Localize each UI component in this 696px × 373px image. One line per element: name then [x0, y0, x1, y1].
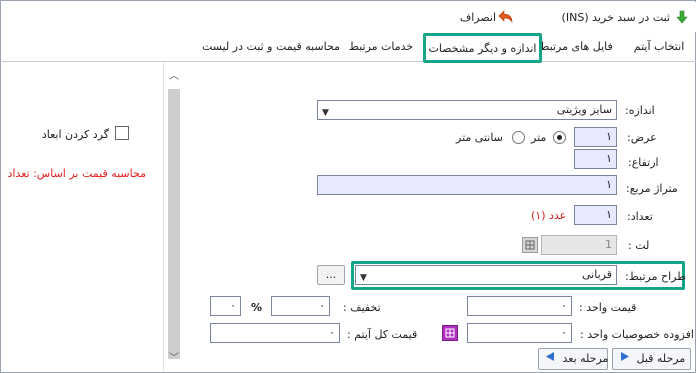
wizard-nav: مرحله قبل مرحله بعد: [182, 346, 696, 372]
next-arrow-icon: [545, 349, 556, 369]
tab-price-calc[interactable]: محاسبه قیمت و ثبت در لیست: [201, 36, 341, 58]
count-note: عدد (۱): [531, 209, 567, 222]
tab-bar: انتخاب آیتم فایل های مرتبط اندازه و دیگر…: [2, 32, 696, 63]
unit-cm-label: سانتی متر: [456, 131, 503, 144]
grid-icon[interactable]: [522, 237, 538, 253]
height-label: ارتفاع:: [628, 156, 659, 169]
height-input[interactable]: ۱: [574, 149, 617, 169]
discount-input[interactable]: ۰: [271, 296, 330, 316]
previous-arrow-icon: [619, 349, 630, 369]
vertical-scrollbar[interactable]: ︿ ﹀: [165, 63, 182, 371]
round-dimensions-checkbox[interactable]: [115, 126, 129, 140]
cancel-button[interactable]: انصراف: [460, 11, 496, 24]
width-input[interactable]: ۱: [574, 127, 617, 147]
previous-step-label: مرحله قبل: [636, 352, 686, 365]
previous-step-button[interactable]: مرحله قبل: [612, 348, 691, 370]
chevron-up-icon[interactable]: ︿: [168, 71, 180, 83]
tab-related-files[interactable]: فایل های مرتبط: [536, 36, 616, 58]
tab-size-specs[interactable]: اندازه و دیگر مشخصات: [423, 33, 542, 63]
area-input[interactable]: ۱: [317, 175, 617, 195]
chevron-down-icon: ▼: [360, 273, 367, 283]
lot-input: 1: [541, 235, 617, 255]
designer-label: طراح مرتبط:: [625, 270, 686, 283]
next-step-button[interactable]: مرحله بعد: [538, 348, 608, 370]
tab-related-services[interactable]: خدمات مرتبط: [346, 36, 416, 58]
total-price-label: قیمت کل آیتم :: [347, 328, 418, 341]
designer-more-button[interactable]: ...: [317, 265, 345, 285]
lot-label: لت :: [628, 239, 650, 252]
extra-props-input[interactable]: ۰: [467, 323, 572, 343]
count-label: تعداد:: [627, 210, 653, 223]
size-label: اندازه:: [625, 104, 655, 117]
discount-label: تخفیف :: [343, 301, 381, 314]
extra-props-label: افزوده خصوصیات واحد :: [580, 328, 694, 341]
designer-value: قربانی: [582, 268, 612, 281]
size-value: سایز ویژیتی: [556, 103, 612, 116]
window-frame: ثبت در سبد خرید (INS) انصراف انتخاب آیتم…: [0, 0, 696, 373]
down-arrow-icon: [676, 10, 688, 27]
scroll-thumb[interactable]: [168, 89, 180, 359]
count-input[interactable]: ۱: [574, 205, 617, 225]
unit-meter-radio[interactable]: [553, 131, 566, 144]
price-basis-text: محاسبه قیمت بر اساس: تعداد: [7, 167, 147, 180]
chevron-down-icon[interactable]: ﹀: [168, 353, 180, 365]
unit-cm-radio[interactable]: [512, 131, 525, 144]
grid-icon[interactable]: [442, 325, 458, 341]
tab-select-item[interactable]: انتخاب آیتم: [628, 36, 690, 58]
unit-price-input[interactable]: ۰: [467, 296, 572, 316]
window-title: ثبت در سبد خرید (INS): [561, 11, 670, 24]
options-panel: گرد کردن ابعاد محاسبه قیمت بر اساس: تعدا…: [2, 63, 164, 371]
round-dimensions-label: گرد کردن ابعاد: [41, 128, 109, 141]
percent-input[interactable]: ۰: [210, 296, 241, 316]
title-bar: ثبت در سبد خرید (INS) انصراف: [2, 2, 696, 32]
next-step-label: مرحله بعد: [562, 352, 609, 365]
percent-sign: %: [251, 301, 263, 314]
unit-meter-label: متر: [531, 131, 547, 144]
undo-icon[interactable]: [498, 10, 514, 27]
area-label: متراژ مربع:: [626, 182, 678, 195]
unit-price-label: قیمت واحد :: [579, 301, 637, 314]
size-select[interactable]: سایز ویژیتی ▼: [317, 100, 617, 120]
total-price-input[interactable]: ۰: [210, 323, 340, 343]
width-label: عرض:: [627, 131, 657, 144]
chevron-down-icon: ▼: [322, 108, 329, 118]
designer-select[interactable]: قربانی ▼: [355, 265, 617, 285]
